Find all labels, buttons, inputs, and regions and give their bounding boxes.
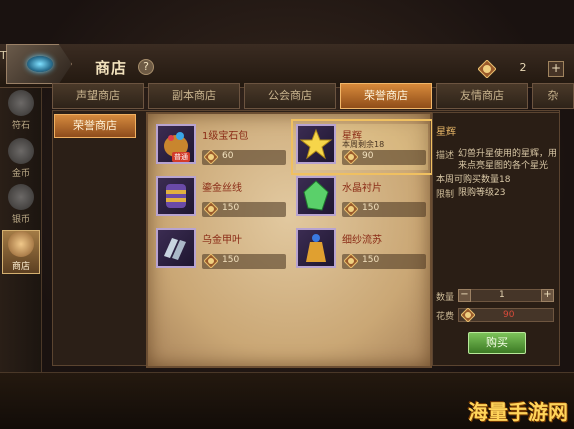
item-price-value: 150 xyxy=(362,203,380,213)
honor-coin-icon xyxy=(204,150,218,164)
item-grid: 普通 1级宝石包 60 星辉 本周剩余18 90 鎏金丝线 150 水晶衬片 1… xyxy=(146,112,433,368)
item-name: 乌金甲叶 xyxy=(202,235,242,246)
item-badge: 普通 xyxy=(172,152,190,162)
tab-honor-shop[interactable]: 荣誉商店 xyxy=(340,83,432,109)
buy-button[interactable]: 购买 xyxy=(468,332,526,354)
add-currency-button[interactable]: + xyxy=(548,61,564,77)
quantity-label: 数量 xyxy=(436,293,455,303)
item-price-value: 150 xyxy=(222,255,240,265)
desc-line-2: 来点亮星图的各个星光 xyxy=(458,161,549,171)
shop-icon xyxy=(8,231,34,257)
honor-coin-icon xyxy=(478,60,496,78)
silver-icon xyxy=(8,184,34,210)
honor-coin-icon xyxy=(461,308,475,322)
honor-coin-icon xyxy=(344,254,358,268)
limit-value: 限购等级23 xyxy=(458,188,506,198)
page-title: 商店 xyxy=(95,59,128,77)
edge-text: T xyxy=(0,49,7,62)
tab-friendship-shop[interactable]: 友情商店 xyxy=(436,83,528,109)
nav-item-runes[interactable]: 符石 xyxy=(2,90,40,134)
item-price-value: 90 xyxy=(362,151,374,161)
shop-item-starlight[interactable]: 星辉 本周剩余18 90 xyxy=(291,119,433,175)
item-name: 鎏金丝线 xyxy=(202,183,242,194)
left-nav: 符石 金币 银币 商店 xyxy=(0,88,42,378)
cost-value: 90 xyxy=(503,310,515,320)
honor-coin-icon xyxy=(204,254,218,268)
shop-item-gilded-thread[interactable]: 鎏金丝线 150 xyxy=(156,176,288,222)
limit-label: 限制 xyxy=(436,190,455,200)
item-price-value: 60 xyxy=(222,151,234,161)
nav-label: 金币 xyxy=(11,169,30,179)
metal-plates-icon xyxy=(156,228,196,268)
nav-label: 符石 xyxy=(11,121,30,131)
item-price-value: 150 xyxy=(362,255,380,265)
site-watermark: 海量手游网 xyxy=(468,400,568,424)
decrease-button[interactable]: − xyxy=(458,289,471,302)
currency-amount: 2 xyxy=(519,61,527,74)
nav-label: 银币 xyxy=(11,215,30,225)
shop-item-crystal-lining[interactable]: 水晶衬片 150 xyxy=(296,176,428,222)
honor-coin-icon xyxy=(344,202,358,216)
help-button[interactable]: ? xyxy=(138,59,154,75)
shop-item-gem-pack[interactable]: 普通 1级宝石包 60 xyxy=(156,124,288,170)
shop-item-tassel[interactable]: 细纱流苏 150 xyxy=(296,228,428,274)
quantity-stepper: − 1 + xyxy=(458,289,554,302)
item-price: 150 xyxy=(202,254,286,269)
item-price: 90 xyxy=(342,150,426,165)
tab-guild-shop[interactable]: 公会商店 xyxy=(244,83,336,109)
shop-tabs: 声望商店 副本商店 公会商店 荣誉商店 友情商店 杂 xyxy=(52,83,574,109)
increase-button[interactable]: + xyxy=(541,289,554,302)
item-name: 水晶衬片 xyxy=(342,183,382,194)
item-name: 细纱流苏 xyxy=(342,235,382,246)
desc-line-1: 幻兽升星使用的星辉，用 xyxy=(458,149,558,159)
back-button[interactable] xyxy=(6,44,72,84)
gold-icon xyxy=(8,138,34,164)
rune-icon xyxy=(8,90,34,116)
eye-gem-icon xyxy=(27,56,53,72)
nav-item-shop[interactable]: 商店 xyxy=(2,230,40,274)
tassel-icon xyxy=(296,228,336,268)
thread-spool-icon xyxy=(156,176,196,216)
detail-title: 星辉 xyxy=(436,127,456,138)
cost-display: 90 xyxy=(458,308,554,322)
nav-label: 商店 xyxy=(11,262,30,272)
item-price: 150 xyxy=(342,254,426,269)
tab-dungeon-shop[interactable]: 副本商店 xyxy=(148,83,240,109)
item-price: 60 xyxy=(202,150,286,165)
tab-reputation-shop[interactable]: 声望商店 xyxy=(52,83,144,109)
subtab-honor-shop[interactable]: 荣誉商店 xyxy=(54,114,136,138)
honor-currency: 2 + xyxy=(478,60,568,78)
cost-label: 花费 xyxy=(436,312,455,322)
honor-coin-icon xyxy=(344,150,358,164)
honor-coin-icon xyxy=(204,202,218,216)
item-price-value: 150 xyxy=(222,203,240,213)
item-stock: 本周剩余18 xyxy=(342,140,385,149)
item-price: 150 xyxy=(342,202,426,217)
shop-item-black-gold-leaf[interactable]: 乌金甲叶 150 xyxy=(156,228,288,274)
weekly-limit: 本周可购买数量18 xyxy=(436,175,511,185)
desc-label: 描述 xyxy=(436,151,455,161)
nav-item-gold[interactable]: 金币 xyxy=(2,138,40,182)
green-crystal-icon xyxy=(296,176,336,216)
item-name: 1级宝石包 xyxy=(202,131,249,142)
star-icon xyxy=(296,124,336,164)
quantity-value: 1 xyxy=(499,290,505,300)
tab-misc-shop[interactable]: 杂 xyxy=(532,83,574,109)
nav-item-silver[interactable]: 银币 xyxy=(2,184,40,228)
item-price: 150 xyxy=(202,202,286,217)
